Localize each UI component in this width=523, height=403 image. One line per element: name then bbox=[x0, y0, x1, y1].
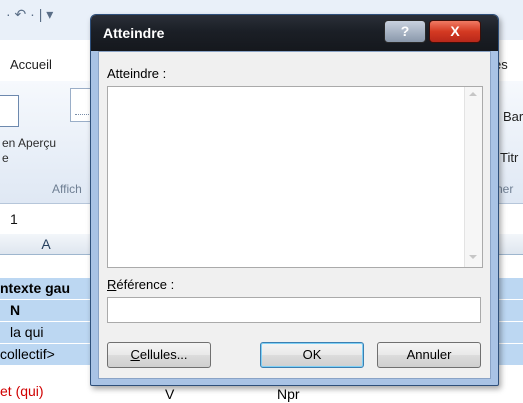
tab-accueil[interactable]: Accueil bbox=[10, 57, 52, 72]
normal-view-icon[interactable] bbox=[0, 95, 19, 127]
ribbon-label-right-1: Bar bbox=[503, 109, 523, 124]
cancel-button[interactable]: Annuler bbox=[377, 342, 481, 368]
quick-access-toolbar[interactable]: · ↶ · | ▾ bbox=[6, 6, 53, 23]
reference-label: Référence : bbox=[107, 277, 174, 292]
ribbon-label-right-2: Titr bbox=[500, 150, 519, 165]
dialog-body: Atteindre : Référence : Cellules... OK A… bbox=[98, 51, 491, 379]
name-box[interactable]: 1 bbox=[10, 211, 18, 227]
listbox-scrollbar[interactable] bbox=[464, 87, 482, 267]
scroll-down-icon[interactable] bbox=[469, 255, 477, 259]
close-button[interactable]: X bbox=[429, 20, 481, 43]
cell-row-5[interactable]: et (qui) bbox=[0, 381, 92, 402]
ok-button[interactable]: OK bbox=[260, 342, 364, 368]
cells-button[interactable]: Cellules... bbox=[107, 342, 211, 368]
dialog-title: Atteindre bbox=[103, 25, 165, 41]
cell-bottom-b[interactable]: V bbox=[165, 386, 174, 402]
cells-button-text: ellules... bbox=[139, 347, 188, 362]
dialog-titlebar[interactable]: Atteindre ? X bbox=[91, 15, 498, 51]
reference-label-accesskey: R bbox=[107, 277, 117, 292]
cell-bottom-c[interactable]: Npr bbox=[277, 386, 300, 402]
goto-listbox[interactable] bbox=[107, 86, 483, 268]
goto-dialog: Atteindre ? X Atteindre : Référence : Ce… bbox=[90, 14, 499, 386]
ribbon-label-apercu-2: e bbox=[2, 151, 9, 165]
cell-row-2[interactable]: N bbox=[0, 300, 92, 321]
cell-row-1[interactable]: ntexte gau bbox=[0, 278, 92, 299]
scroll-up-icon[interactable] bbox=[469, 92, 477, 96]
help-button[interactable]: ? bbox=[384, 20, 426, 43]
ribbon-group-affichage: Affich bbox=[52, 182, 82, 196]
reference-input[interactable] bbox=[107, 297, 481, 323]
cell-row-4[interactable]: collectif> bbox=[0, 344, 92, 365]
cell-row-3[interactable]: la qui bbox=[0, 322, 92, 343]
ribbon-label-apercu: en Aperçu bbox=[2, 136, 57, 150]
goto-label: Atteindre : bbox=[107, 66, 167, 81]
reference-label-text: éférence : bbox=[116, 277, 175, 292]
cells-button-accesskey: C bbox=[130, 347, 140, 362]
column-header-a[interactable]: A bbox=[0, 234, 92, 254]
